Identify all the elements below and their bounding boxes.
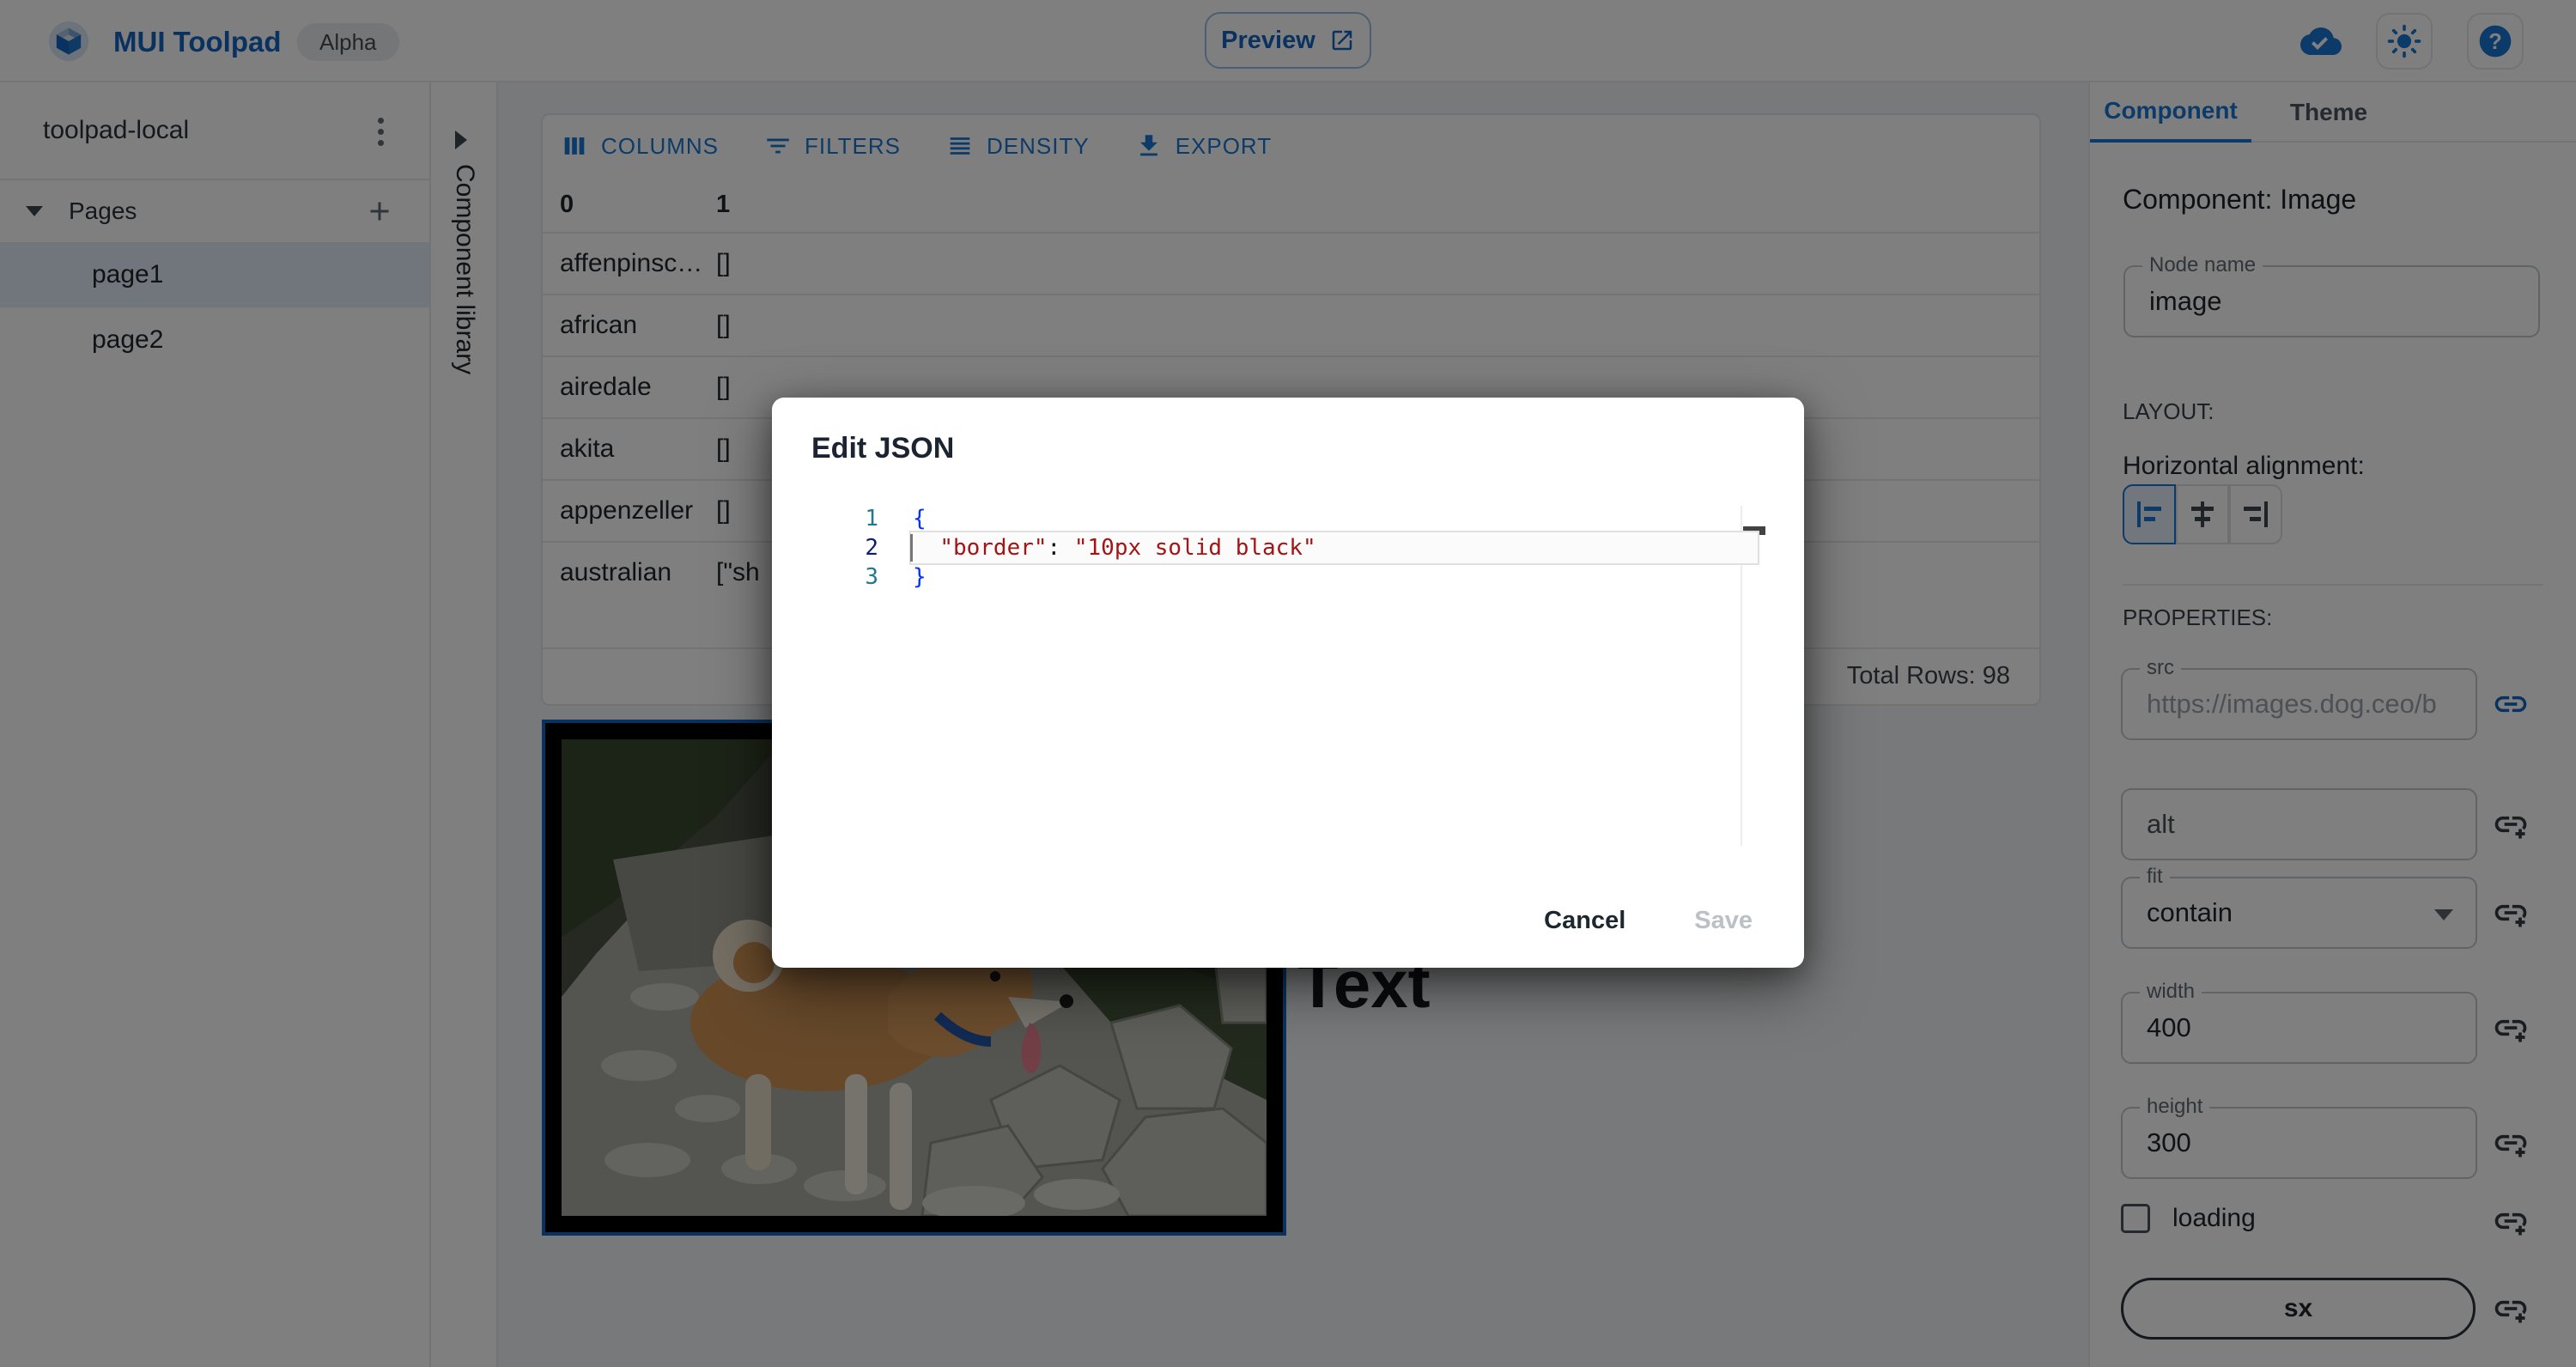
code-line-2: 2 "border": "10px solid black"	[844, 533, 1315, 562]
json-code-editor[interactable]: 1{ 2 "border": "10px solid black" 3}	[772, 494, 1804, 854]
save-button[interactable]: Save	[1687, 896, 1759, 945]
cancel-button[interactable]: Cancel	[1537, 896, 1632, 945]
dialog-actions: Cancel Save	[1537, 896, 1759, 945]
line-number: 1	[865, 506, 878, 532]
code-line-3: 3}	[844, 562, 926, 592]
dialog-title: Edit JSON	[811, 432, 955, 465]
toolpad-editor-app: MUI Toolpad Alpha Preview	[0, 0, 2576, 1367]
edit-json-dialog: Edit JSON 1{ 2 "border": "10px solid bla…	[772, 398, 1804, 968]
line-number: 2	[865, 535, 878, 561]
code-line-1: 1{	[844, 504, 926, 533]
line-number: 3	[865, 564, 878, 590]
